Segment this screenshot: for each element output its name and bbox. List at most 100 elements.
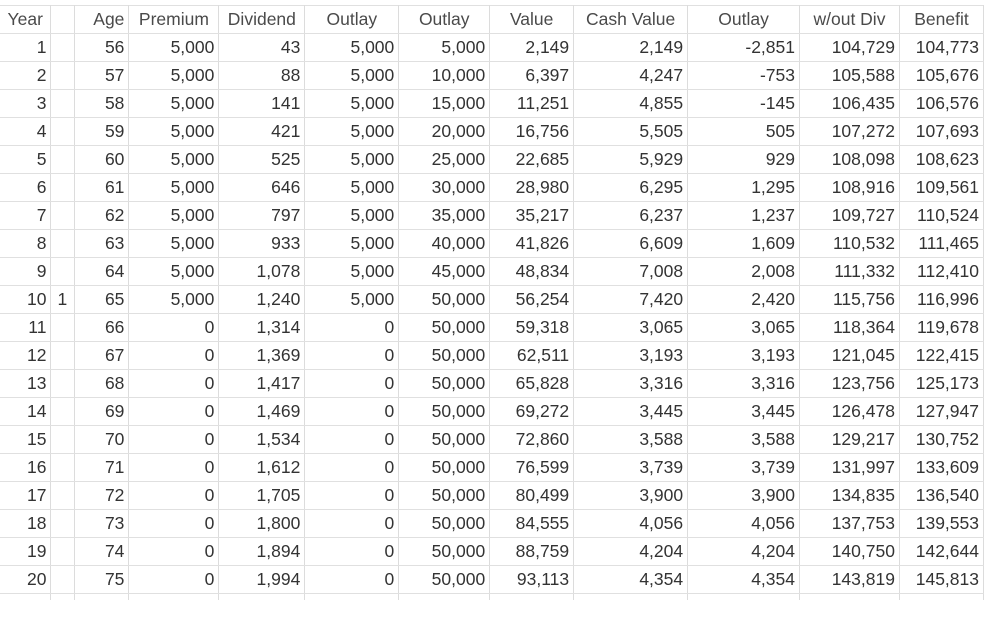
dividend-cell[interactable]: 1,469	[218, 397, 306, 426]
value-cell[interactable]: 6,397	[489, 61, 575, 90]
outlay-cell[interactable]: 5,000	[304, 89, 400, 118]
premium-cell[interactable]: 0	[128, 453, 220, 482]
year-cell[interactable]: 17	[0, 481, 52, 510]
marker-cell[interactable]	[50, 481, 76, 510]
marker-cell[interactable]	[50, 397, 76, 426]
marker-cell[interactable]	[50, 509, 76, 538]
cumulative-outlay-cell[interactable]: 50,000	[398, 285, 491, 314]
marker-cell[interactable]	[50, 61, 76, 90]
marker-cell[interactable]	[50, 201, 76, 230]
header-marker[interactable]	[50, 5, 76, 34]
dividend-cell[interactable]: 1,994	[218, 565, 306, 594]
net-outlay-cell[interactable]: 1,295	[687, 173, 800, 202]
empty-cell[interactable]	[899, 593, 984, 600]
age-cell[interactable]: 60	[74, 145, 130, 174]
empty-cell[interactable]	[218, 593, 306, 600]
without-div-cell[interactable]: 108,916	[799, 173, 900, 202]
header-premium[interactable]: Premium	[128, 5, 220, 34]
outlay-cell[interactable]: 0	[304, 453, 400, 482]
premium-cell[interactable]: 0	[128, 509, 220, 538]
net-outlay-cell[interactable]: 3,193	[687, 341, 800, 370]
dividend-cell[interactable]: 421	[218, 117, 306, 146]
without-div-cell[interactable]: 118,364	[799, 313, 900, 342]
age-cell[interactable]: 66	[74, 313, 130, 342]
premium-cell[interactable]: 5,000	[128, 201, 220, 230]
outlay-cell[interactable]: 0	[304, 537, 400, 566]
premium-cell[interactable]: 0	[128, 313, 220, 342]
cumulative-outlay-cell[interactable]: 50,000	[398, 313, 491, 342]
cumulative-outlay-cell[interactable]: 20,000	[398, 117, 491, 146]
cash-value-cell[interactable]: 5,505	[573, 117, 689, 146]
benefit-cell[interactable]: 142,644	[899, 537, 984, 566]
net-outlay-cell[interactable]: 4,056	[687, 509, 800, 538]
value-cell[interactable]: 41,826	[489, 229, 575, 258]
outlay-cell[interactable]: 5,000	[304, 173, 400, 202]
age-cell[interactable]: 62	[74, 201, 130, 230]
outlay-cell[interactable]: 0	[304, 369, 400, 398]
age-cell[interactable]: 68	[74, 369, 130, 398]
premium-cell[interactable]: 0	[128, 369, 220, 398]
age-cell[interactable]: 61	[74, 173, 130, 202]
cash-value-cell[interactable]: 4,855	[573, 89, 689, 118]
dividend-cell[interactable]: 1,369	[218, 341, 306, 370]
benefit-cell[interactable]: 119,678	[899, 313, 984, 342]
header-value[interactable]: Value	[489, 5, 575, 34]
value-cell[interactable]: 22,685	[489, 145, 575, 174]
premium-cell[interactable]: 0	[128, 341, 220, 370]
outlay-cell[interactable]: 0	[304, 397, 400, 426]
net-outlay-cell[interactable]: 505	[687, 117, 800, 146]
age-cell[interactable]: 57	[74, 61, 130, 90]
value-cell[interactable]: 48,834	[489, 257, 575, 286]
age-cell[interactable]: 75	[74, 565, 130, 594]
value-cell[interactable]: 65,828	[489, 369, 575, 398]
outlay-cell[interactable]: 5,000	[304, 117, 400, 146]
benefit-cell[interactable]: 125,173	[899, 369, 984, 398]
cash-value-cell[interactable]: 3,739	[573, 453, 689, 482]
benefit-cell[interactable]: 112,410	[899, 257, 984, 286]
without-div-cell[interactable]: 126,478	[799, 397, 900, 426]
net-outlay-cell[interactable]: 1,237	[687, 201, 800, 230]
net-outlay-cell[interactable]: 3,445	[687, 397, 800, 426]
premium-cell[interactable]: 5,000	[128, 173, 220, 202]
outlay-cell[interactable]: 0	[304, 425, 400, 454]
dividend-cell[interactable]: 1,240	[218, 285, 306, 314]
cash-value-cell[interactable]: 7,008	[573, 257, 689, 286]
outlay-cell[interactable]: 5,000	[304, 229, 400, 258]
header-year[interactable]: Year	[0, 5, 52, 34]
value-cell[interactable]: 35,217	[489, 201, 575, 230]
cash-value-cell[interactable]: 5,929	[573, 145, 689, 174]
dividend-cell[interactable]: 1,800	[218, 509, 306, 538]
benefit-cell[interactable]: 106,576	[899, 89, 984, 118]
marker-cell[interactable]	[50, 453, 76, 482]
without-div-cell[interactable]: 143,819	[799, 565, 900, 594]
dividend-cell[interactable]: 1,705	[218, 481, 306, 510]
marker-cell[interactable]	[50, 145, 76, 174]
dividend-cell[interactable]: 141	[218, 89, 306, 118]
empty-cell[interactable]	[50, 593, 76, 600]
net-outlay-cell[interactable]: -753	[687, 61, 800, 90]
age-cell[interactable]: 64	[74, 257, 130, 286]
net-outlay-cell[interactable]: 3,065	[687, 313, 800, 342]
cumulative-outlay-cell[interactable]: 50,000	[398, 453, 491, 482]
age-cell[interactable]: 74	[74, 537, 130, 566]
year-cell[interactable]: 19	[0, 537, 52, 566]
cumulative-outlay-cell[interactable]: 50,000	[398, 565, 491, 594]
cumulative-outlay-cell[interactable]: 40,000	[398, 229, 491, 258]
dividend-cell[interactable]: 933	[218, 229, 306, 258]
cash-value-cell[interactable]: 6,609	[573, 229, 689, 258]
cumulative-outlay-cell[interactable]: 50,000	[398, 369, 491, 398]
empty-cell[interactable]	[398, 593, 491, 600]
net-outlay-cell[interactable]: 3,739	[687, 453, 800, 482]
premium-cell[interactable]: 5,000	[128, 285, 220, 314]
net-outlay-cell[interactable]: 3,588	[687, 425, 800, 454]
premium-cell[interactable]: 5,000	[128, 33, 220, 62]
marker-cell[interactable]	[50, 565, 76, 594]
without-div-cell[interactable]: 123,756	[799, 369, 900, 398]
cumulative-outlay-cell[interactable]: 50,000	[398, 537, 491, 566]
without-div-cell[interactable]: 109,727	[799, 201, 900, 230]
year-cell[interactable]: 13	[0, 369, 52, 398]
year-cell[interactable]: 16	[0, 453, 52, 482]
age-cell[interactable]: 59	[74, 117, 130, 146]
outlay-cell[interactable]: 5,000	[304, 61, 400, 90]
premium-cell[interactable]: 5,000	[128, 117, 220, 146]
